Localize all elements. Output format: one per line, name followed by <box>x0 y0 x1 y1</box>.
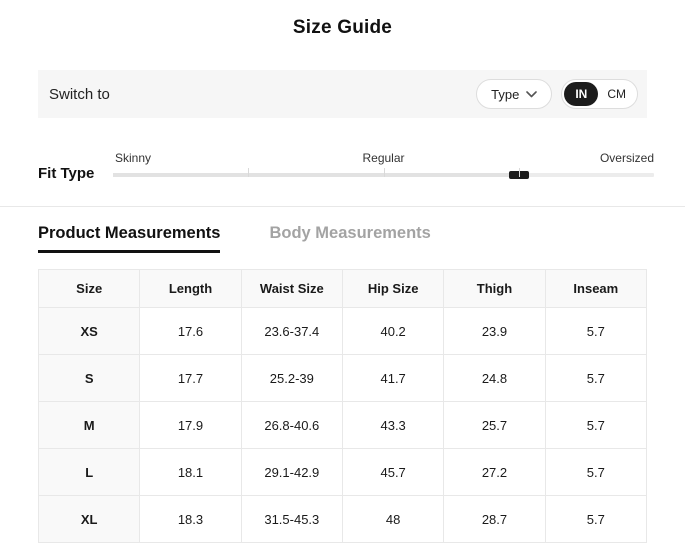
page-title: Size Guide <box>0 0 685 39</box>
value-cell: 24.8 <box>444 355 545 402</box>
tab-product-measurements[interactable]: Product Measurements <box>38 224 220 253</box>
table-row: S17.725.2-3941.724.85.7 <box>39 355 647 402</box>
fit-scale-skinny: Skinny <box>115 151 151 165</box>
value-cell: 5.7 <box>545 449 646 496</box>
table-row: XL18.331.5-45.34828.75.7 <box>39 496 647 543</box>
value-cell: 23.9 <box>444 308 545 355</box>
switch-to-bar: Switch to Type IN CM <box>38 70 647 118</box>
header-cell: Thigh <box>444 270 545 308</box>
fit-slider-tick <box>384 168 385 177</box>
header-cell: Waist Size <box>241 270 342 308</box>
fit-type-section: Fit Type Skinny Regular Oversized <box>38 151 654 183</box>
value-cell: 23.6-37.4 <box>241 308 342 355</box>
table-row: M17.926.8-40.643.325.75.7 <box>39 402 647 449</box>
value-cell: 5.7 <box>545 496 646 543</box>
value-cell: 5.7 <box>545 402 646 449</box>
fit-scale-oversized: Oversized <box>600 151 654 165</box>
value-cell: 27.2 <box>444 449 545 496</box>
value-cell: 17.6 <box>140 308 241 355</box>
type-dropdown-label: Type <box>491 87 519 102</box>
unit-toggle[interactable]: IN CM <box>561 79 638 109</box>
value-cell: 45.7 <box>342 449 443 496</box>
header-cell: Hip Size <box>342 270 443 308</box>
table-row: XS17.623.6-37.440.223.95.7 <box>39 308 647 355</box>
value-cell: 48 <box>342 496 443 543</box>
size-cell: M <box>39 402 140 449</box>
header-cell: Length <box>140 270 241 308</box>
fit-slider-tick <box>519 168 520 177</box>
table-header-row: SizeLengthWaist SizeHip SizeThighInseam <box>39 270 647 308</box>
chevron-down-icon <box>526 91 537 98</box>
size-guide-panel: Size Guide Switch to Type IN CM Fit Type… <box>0 0 685 560</box>
value-cell: 25.2-39 <box>241 355 342 402</box>
switch-bar-controls: Type IN CM <box>476 79 638 109</box>
unit-option-in[interactable]: IN <box>564 82 598 106</box>
value-cell: 18.3 <box>140 496 241 543</box>
unit-option-cm[interactable]: CM <box>598 82 635 106</box>
value-cell: 17.9 <box>140 402 241 449</box>
fit-scale-regular: Regular <box>362 151 404 165</box>
value-cell: 5.7 <box>545 355 646 402</box>
type-dropdown[interactable]: Type <box>476 79 552 109</box>
section-divider <box>0 206 685 207</box>
fit-slider-fill <box>113 173 519 177</box>
value-cell: 43.3 <box>342 402 443 449</box>
fit-slider-track <box>113 173 654 177</box>
value-cell: 25.7 <box>444 402 545 449</box>
value-cell: 18.1 <box>140 449 241 496</box>
size-cell: S <box>39 355 140 402</box>
value-cell: 26.8-40.6 <box>241 402 342 449</box>
header-cell: Inseam <box>545 270 646 308</box>
value-cell: 29.1-42.9 <box>241 449 342 496</box>
value-cell: 40.2 <box>342 308 443 355</box>
fit-slider-tick <box>248 168 249 177</box>
size-cell: L <box>39 449 140 496</box>
value-cell: 31.5-45.3 <box>241 496 342 543</box>
value-cell: 41.7 <box>342 355 443 402</box>
value-cell: 5.7 <box>545 308 646 355</box>
value-cell: 28.7 <box>444 496 545 543</box>
size-cell: XL <box>39 496 140 543</box>
fit-type-slider: Skinny Regular Oversized <box>113 151 654 183</box>
size-cell: XS <box>39 308 140 355</box>
measurement-tabs: Product Measurements Body Measurements <box>38 224 647 253</box>
measurements-table: SizeLengthWaist SizeHip SizeThighInseam … <box>38 269 647 543</box>
value-cell: 17.7 <box>140 355 241 402</box>
table-row: L18.129.1-42.945.727.25.7 <box>39 449 647 496</box>
fit-scale-labels: Skinny Regular Oversized <box>113 151 654 166</box>
switch-to-label: Switch to <box>49 86 110 103</box>
header-cell: Size <box>39 270 140 308</box>
tab-body-measurements[interactable]: Body Measurements <box>269 224 430 243</box>
fit-type-label: Fit Type <box>38 165 113 183</box>
